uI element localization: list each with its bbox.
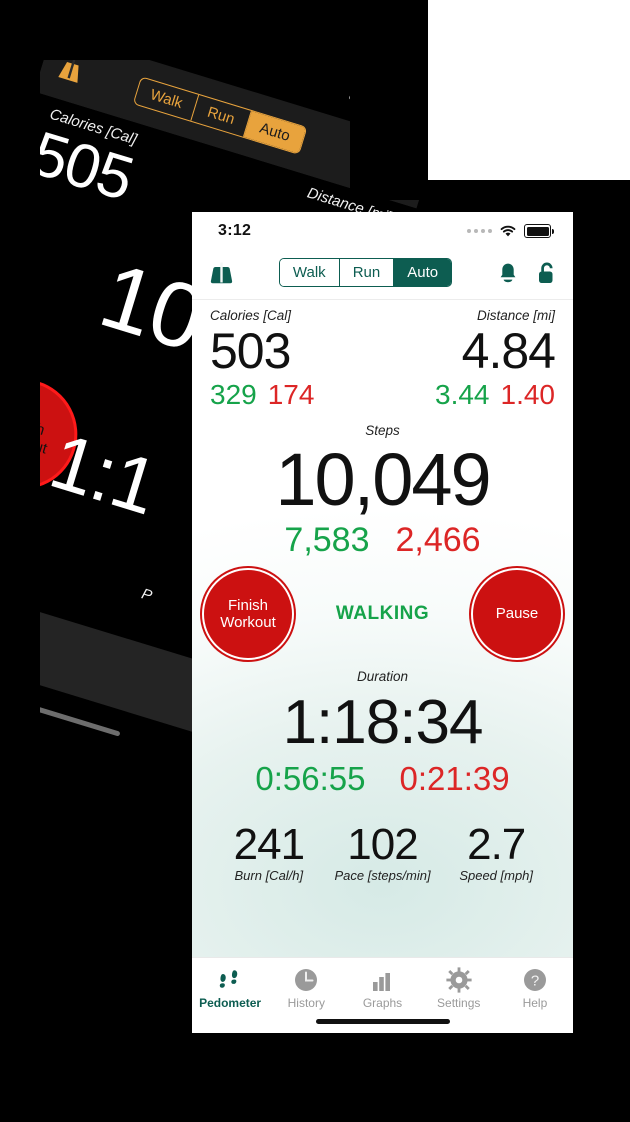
tab-help[interactable]: ? Help xyxy=(497,966,573,1010)
pace-cell: 102 Pace [steps/min] xyxy=(326,820,440,883)
status-bar: 3:12 xyxy=(192,212,573,246)
duration-block: Duration 1:18:34 0:56:55 0:21:39 xyxy=(192,668,573,798)
duration-run: 0:21:39 xyxy=(399,760,510,797)
rates-row: 241 Burn [Cal/h] 102 Pace [steps/min] 2.… xyxy=(192,798,573,883)
background-pace-caption: P xyxy=(139,585,154,605)
calories-split: 329 174 xyxy=(210,379,314,411)
calories-run: 174 xyxy=(267,379,315,410)
steps-run: 2,466 xyxy=(395,521,481,559)
activity-status-text: WALKING xyxy=(335,603,430,624)
burn-caption: Burn [Cal/h] xyxy=(234,868,304,883)
calories-cell: Calories [Cal] 503 329 174 xyxy=(210,308,314,411)
calories-walk: 329 xyxy=(210,379,257,410)
white-placeholder-card xyxy=(428,0,630,180)
gear-icon xyxy=(421,966,497,994)
bell-icon[interactable] xyxy=(496,260,520,286)
finish-line1: Finish xyxy=(227,596,268,614)
bar-chart-icon xyxy=(344,966,420,994)
clock-icon xyxy=(268,966,344,994)
pause-label: Pause xyxy=(495,605,539,623)
segment-run[interactable]: Run xyxy=(339,259,395,286)
distance-total: 4.84 xyxy=(461,323,556,379)
speed-caption: Speed [mph] xyxy=(459,868,534,883)
mode-segmented-control[interactable]: Walk Run Auto xyxy=(278,258,453,287)
tab-help-label: Help xyxy=(522,996,548,1010)
signal-dots-icon xyxy=(467,229,492,233)
controls-row: Finish Workout WALKING Pause xyxy=(192,558,573,670)
status-icons xyxy=(467,224,554,238)
steps-walk: 7,583 xyxy=(284,521,370,559)
tab-history[interactable]: History xyxy=(268,966,344,1010)
burn-value: 241 xyxy=(233,820,305,869)
home-indicator xyxy=(315,1019,450,1024)
pace-value: 102 xyxy=(347,820,418,869)
question-circle-icon: ? xyxy=(497,966,573,994)
tab-pedometer[interactable]: Pedometer xyxy=(192,966,268,1010)
app-screen: 3:12 Walk Run Auto Calories [Cal] 503 32… xyxy=(192,212,573,1033)
background-segment-auto: Auto xyxy=(243,110,307,153)
unlocked-padlock-icon[interactable] xyxy=(534,260,557,286)
pause-button[interactable]: Pause xyxy=(471,568,563,660)
burn-cell: 241 Burn [Cal/h] xyxy=(212,820,326,883)
finish-line2: Workout xyxy=(220,614,276,631)
tab-graphs-label: Graphs xyxy=(362,996,403,1010)
calories-total: 503 xyxy=(210,323,291,379)
foreground-phone: 3:12 Walk Run Auto Calories [Cal] 503 32… xyxy=(192,212,573,1033)
segment-walk[interactable]: Walk xyxy=(279,259,340,286)
steps-split: 7,583 2,466 xyxy=(192,522,573,558)
tab-graphs[interactable]: Graphs xyxy=(344,966,420,1010)
distance-caption: Distance [mi] xyxy=(476,308,555,323)
calories-caption: Calories [Cal] xyxy=(210,308,292,323)
finish-workout-button[interactable]: Finish Workout xyxy=(202,568,294,660)
tab-settings[interactable]: Settings xyxy=(421,966,497,1010)
background-segment-walk: Walk xyxy=(134,77,200,121)
distance-walk: 3.44 xyxy=(435,379,490,410)
tab-settings-label: Settings xyxy=(437,996,481,1010)
steps-caption: Steps xyxy=(365,423,400,438)
nav-right-icons xyxy=(496,260,557,286)
duration-walk: 0:56:55 xyxy=(255,760,366,797)
distance-run: 1.40 xyxy=(500,379,556,410)
duration-split: 0:56:55 0:21:39 xyxy=(192,760,573,798)
weight-icon[interactable] xyxy=(208,258,235,288)
steps-total: 10,049 xyxy=(275,438,491,521)
segment-auto[interactable]: Auto xyxy=(394,259,452,286)
distance-cell: Distance [mi] 4.84 3.44 1.40 xyxy=(435,308,556,411)
footprints-icon xyxy=(192,966,268,994)
wifi-icon xyxy=(500,225,516,237)
tab-history-label: History xyxy=(287,996,325,1010)
distance-split: 3.44 1.40 xyxy=(435,379,555,411)
duration-total: 1:18:34 xyxy=(282,688,484,757)
speed-value: 2.7 xyxy=(467,820,526,869)
speed-cell: 2.7 Speed [mph] xyxy=(439,820,553,883)
tab-pedometer-label: Pedometer xyxy=(199,996,262,1010)
battery-full-icon xyxy=(524,224,554,238)
calories-distance-row: Calories [Cal] 503 329 174 Distance [mi]… xyxy=(192,300,573,411)
nav-row: Walk Run Auto xyxy=(192,246,573,300)
duration-caption: Duration xyxy=(356,669,409,684)
background-segment-run: Run xyxy=(191,94,252,137)
pace-caption: Pace [steps/min] xyxy=(334,868,431,883)
steps-block: Steps 10,049 7,583 2,466 xyxy=(192,423,573,558)
svg-text:?: ? xyxy=(531,972,539,989)
status-time: 3:12 xyxy=(218,222,252,239)
